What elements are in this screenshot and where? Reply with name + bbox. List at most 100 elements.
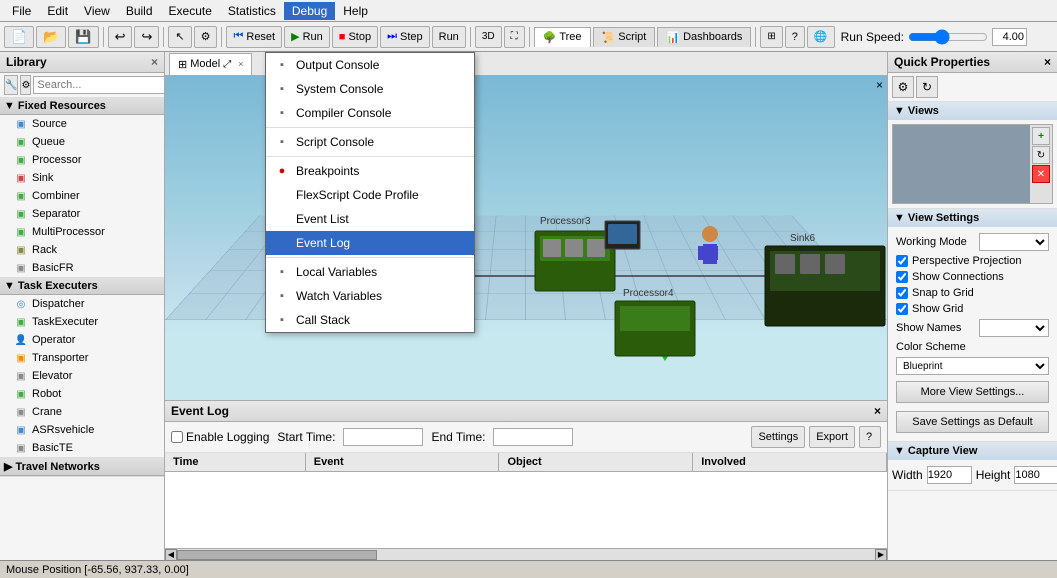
menu-edit[interactable]: Edit [39,2,76,20]
menu-statistics[interactable]: Statistics [220,2,284,20]
stop-button[interactable]: ■ Stop [332,26,378,48]
library-item-queue[interactable]: ▣ Queue [0,133,164,151]
flexscript-profile-item[interactable]: FlexScript Code Profile [266,183,474,207]
working-mode-dropdown[interactable] [979,233,1049,251]
call-stack-item[interactable]: ▪ Call Stack [266,308,474,332]
library-item-multiprocessor[interactable]: ▣ MultiProcessor [0,223,164,241]
help-button[interactable]: ? [785,26,805,48]
system-console-item[interactable]: ▪ System Console [266,77,474,101]
view-settings-section-header[interactable]: ▼ View Settings [888,209,1057,227]
library-item-combiner[interactable]: ▣ Combiner [0,187,164,205]
qp-settings-btn[interactable]: ⚙ [892,76,914,98]
step-button[interactable]: ⏭ Step [380,26,430,48]
help-event-log-btn[interactable]: ? [859,426,881,448]
save-settings-btn[interactable]: Save Settings as Default [896,411,1049,433]
menu-execute[interactable]: Execute [161,2,220,20]
library-item-processor[interactable]: ▣ Processor [0,151,164,169]
end-time-input[interactable] [493,428,573,446]
watch-variables-item[interactable]: ▪ Watch Variables [266,284,474,308]
undo-button[interactable]: ↩ [108,26,133,48]
menu-view[interactable]: View [76,2,118,20]
qp-close[interactable]: × [1044,55,1051,69]
script-console-item[interactable]: ▪ Script Console [266,130,474,154]
run2-button[interactable]: Run [432,26,466,48]
library-item-dispatcher[interactable]: ◎ Dispatcher [0,295,164,313]
open-button[interactable]: 📂 [36,26,66,48]
perspective-checkbox[interactable] [896,255,908,267]
library-item-basicfr[interactable]: ▣ BasicFR [0,259,164,277]
library-item-rack[interactable]: ▣ Rack [0,241,164,259]
event-log-close[interactable]: × [874,404,881,418]
lib-icon-btn2[interactable]: ⚙ [20,75,31,95]
menu-build[interactable]: Build [118,2,161,20]
menu-debug[interactable]: Debug [284,2,335,20]
event-log-item[interactable]: Event Log [266,231,474,255]
library-item-basicte[interactable]: ▣ BasicTE [0,439,164,457]
views-section-header[interactable]: ▼ Views [888,102,1057,120]
scroll-track[interactable] [177,550,875,560]
compiler-console-item[interactable]: ▪ Compiler Console [266,101,474,125]
capture-view-section-header[interactable]: ▼ Capture View [888,442,1057,460]
views-refresh-btn[interactable]: ↻ [1032,146,1050,164]
export-button[interactable]: Export [809,426,855,448]
viewport-close-btn[interactable]: × [876,78,883,92]
enable-logging-checkbox[interactable] [171,431,183,443]
library-item-operator[interactable]: 👤 Operator [0,331,164,349]
model-tab[interactable]: ⊞ Model ⤢ × [169,53,252,75]
local-variables-item[interactable]: ▪ Local Variables [266,260,474,284]
task-executers-header[interactable]: ▼ Task Executers [0,278,164,295]
library-item-taskexecuter[interactable]: ▣ TaskExecuter [0,313,164,331]
menu-file[interactable]: File [4,2,39,20]
snap-to-grid-checkbox[interactable] [896,287,908,299]
views-add-btn[interactable]: + [1032,127,1050,145]
menu-help[interactable]: Help [335,2,376,20]
height-input[interactable] [1014,466,1057,484]
scroll-left-btn[interactable]: ◀ [165,549,177,561]
lib-icon-btn1[interactable]: 🔧 [4,75,18,95]
speed-slider[interactable] [908,30,988,44]
speed-value[interactable] [992,28,1027,46]
library-item-asrsvehicle[interactable]: ▣ ASRsvehicle [0,421,164,439]
travel-networks-header[interactable]: ▶ Travel Networks [0,458,164,476]
scroll-thumb[interactable] [177,550,377,560]
library-search[interactable] [33,76,165,94]
library-item-robot[interactable]: ▣ Robot [0,385,164,403]
views-main[interactable] [893,125,1030,203]
scroll-right-btn[interactable]: ▶ [875,549,887,561]
library-item-transporter[interactable]: ▣ Transporter [0,349,164,367]
fixed-resources-header[interactable]: ▼ Fixed Resources [0,98,164,115]
breakpoints-item[interactable]: ● Breakpoints [266,159,474,183]
show-grid-checkbox[interactable] [896,303,908,315]
views-delete-btn[interactable]: ✕ [1032,165,1050,183]
library-close[interactable]: × [151,55,158,69]
reset-button[interactable]: ⏮ Reset [226,26,282,48]
library-item-sink[interactable]: ▣ Sink [0,169,164,187]
build-mode-button[interactable]: ⚙ [194,26,218,48]
layout-button[interactable]: ⊞ [760,26,782,48]
dashboards-tab[interactable]: 📊 Dashboards [657,27,751,47]
model-tab-close-icon[interactable]: × [238,59,243,69]
horizontal-scrollbar[interactable]: ◀ ▶ [165,548,887,560]
color-scheme-dropdown[interactable]: Blueprint [896,357,1049,375]
output-console-item[interactable]: ▪ Output Console [266,53,474,77]
settings-button[interactable]: Settings [751,426,805,448]
web-button[interactable]: 🌐 [807,26,835,48]
qp-refresh-btn[interactable]: ↻ [916,76,938,98]
width-input[interactable] [927,466,972,484]
new-button[interactable]: 📄 [4,26,34,48]
redo-button[interactable]: ↪ [134,26,159,48]
show-names-dropdown[interactable] [979,319,1049,337]
start-time-input[interactable] [343,428,423,446]
3d-button2[interactable]: ⛶ [504,26,525,48]
show-connections-checkbox[interactable] [896,271,908,283]
pointer-button[interactable]: ↖ [168,26,191,48]
3d-button1[interactable]: 3D [475,26,502,48]
more-view-settings-btn[interactable]: More View Settings... [896,381,1049,403]
save-button[interactable]: 💾 [68,26,98,48]
library-item-source[interactable]: ▣ Source [0,115,164,133]
run-button[interactable]: ▶ Run [284,26,330,48]
library-item-crane[interactable]: ▣ Crane [0,403,164,421]
library-item-separator[interactable]: ▣ Separator [0,205,164,223]
library-item-elevator[interactable]: ▣ Elevator [0,367,164,385]
script-tab[interactable]: 📜 Script [593,27,656,47]
